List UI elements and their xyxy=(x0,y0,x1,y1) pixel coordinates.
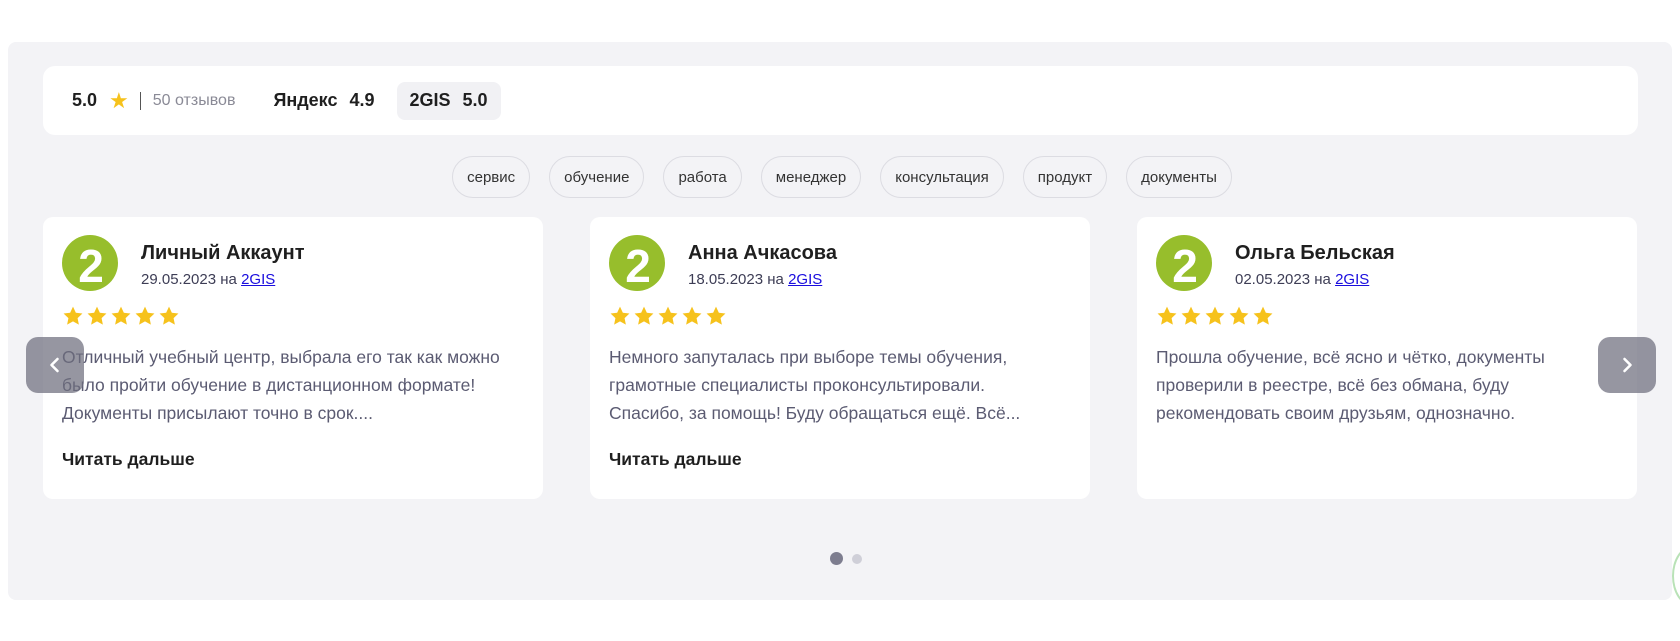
star-icon xyxy=(87,306,107,325)
star-icon xyxy=(682,306,702,325)
read-more-link[interactable]: Читать дальше xyxy=(609,449,742,470)
source-rating: 4.9 xyxy=(349,90,375,110)
tag-chip[interactable]: консультация xyxy=(880,156,1004,198)
star-icon xyxy=(111,306,131,325)
review-on: на xyxy=(220,271,237,288)
star-icon xyxy=(159,306,179,325)
star-icon xyxy=(706,306,726,325)
tag-chip[interactable]: документы xyxy=(1126,156,1232,198)
carousel-pagination xyxy=(830,552,862,565)
review-source-link[interactable]: 2GIS xyxy=(1335,271,1369,288)
star-icon xyxy=(1253,306,1273,325)
pagination-dot-active[interactable] xyxy=(830,552,843,565)
tag-chip[interactable]: обучение xyxy=(549,156,645,198)
source-2gis[interactable]: 2GIS 5.0 xyxy=(396,81,501,120)
review-text: Отличный учебный центр, выбрала его так … xyxy=(62,347,500,423)
star-icon xyxy=(634,306,654,325)
rating-summary: 5.0 ★ 50 отзывов Яндекс 4.9 2GIS 5.0 xyxy=(43,66,1638,135)
review-source-link[interactable]: 2GIS xyxy=(241,271,275,288)
carousel-prev-button[interactable] xyxy=(26,337,84,393)
star-icon xyxy=(658,306,678,325)
review-author: Личный Аккаунт xyxy=(141,242,305,264)
read-more-link[interactable]: Читать дальше xyxy=(62,449,195,470)
reviews-widget: 5.0 ★ 50 отзывов Яндекс 4.9 2GIS 5.0 сер… xyxy=(8,42,1672,600)
review-meta: 18.05.2023 на 2GIS xyxy=(688,271,822,288)
svg-text:2: 2 xyxy=(78,240,104,291)
tag-filter-list: сервис обучение работа менеджер консульт… xyxy=(8,156,1672,198)
star-icon xyxy=(63,306,83,325)
review-date: 29.05.2023 xyxy=(141,271,217,288)
star-icon xyxy=(1205,306,1225,325)
review-text: Немного запуталась при выборе темы обуче… xyxy=(609,347,1021,423)
source-rating: 5.0 xyxy=(462,90,488,110)
star-icon xyxy=(1157,306,1177,325)
review-author: Анна Ачкасова xyxy=(688,242,837,264)
review-on: на xyxy=(767,271,784,288)
review-meta: 02.05.2023 на 2GIS xyxy=(1235,271,1369,288)
reviews-count: 50 отзывов xyxy=(152,91,236,109)
tag-chip[interactable]: менеджер xyxy=(760,156,862,198)
2gis-logo-icon: 2 xyxy=(62,235,118,292)
2gis-logo-icon: 2 xyxy=(609,235,665,292)
star-icon: ★ xyxy=(109,87,129,113)
review-on: на xyxy=(1314,271,1331,288)
floating-widget-edge[interactable] xyxy=(1672,546,1680,606)
review-card: 2 Ольга Бельская 02.05.2023 на 2GIS Прош… xyxy=(1137,217,1637,499)
chevron-left-icon xyxy=(50,357,59,373)
svg-text:2: 2 xyxy=(1172,240,1198,291)
review-stars xyxy=(62,305,180,327)
review-author: Ольга Бельская xyxy=(1235,242,1395,264)
review-meta: 29.05.2023 на 2GIS xyxy=(141,271,275,288)
star-icon xyxy=(1181,306,1201,325)
chevron-right-icon xyxy=(1623,357,1632,373)
review-source-link[interactable]: 2GIS xyxy=(788,271,822,288)
star-icon xyxy=(135,306,155,325)
review-date: 02.05.2023 xyxy=(1235,271,1311,288)
tag-chip[interactable]: сервис xyxy=(452,156,531,198)
review-date: 18.05.2023 xyxy=(688,271,764,288)
review-stars xyxy=(609,305,727,327)
svg-text:2: 2 xyxy=(625,240,651,291)
review-card: 2 Анна Ачкасова 18.05.2023 на 2GIS Немно… xyxy=(590,217,1090,499)
source-name: 2GIS xyxy=(409,90,451,110)
overall-rating: 5.0 xyxy=(72,90,98,110)
pagination-dot[interactable] xyxy=(852,553,862,564)
2gis-logo-icon: 2 xyxy=(1156,235,1212,292)
source-yandex[interactable]: Яндекс 4.9 xyxy=(273,90,374,111)
review-stars xyxy=(1156,305,1274,327)
divider xyxy=(139,91,141,110)
review-card: 2 Личный Аккаунт 29.05.2023 на 2GIS Отли… xyxy=(43,217,543,499)
tag-chip[interactable]: продукт xyxy=(1022,156,1108,198)
tag-chip[interactable]: работа xyxy=(663,156,742,198)
carousel-next-button[interactable] xyxy=(1598,337,1656,393)
review-text: Прошла обучение, всё ясно и чётко, докум… xyxy=(1156,347,1545,423)
source-name: Яндекс xyxy=(273,90,338,110)
star-icon xyxy=(1229,306,1249,325)
star-icon xyxy=(610,306,630,325)
